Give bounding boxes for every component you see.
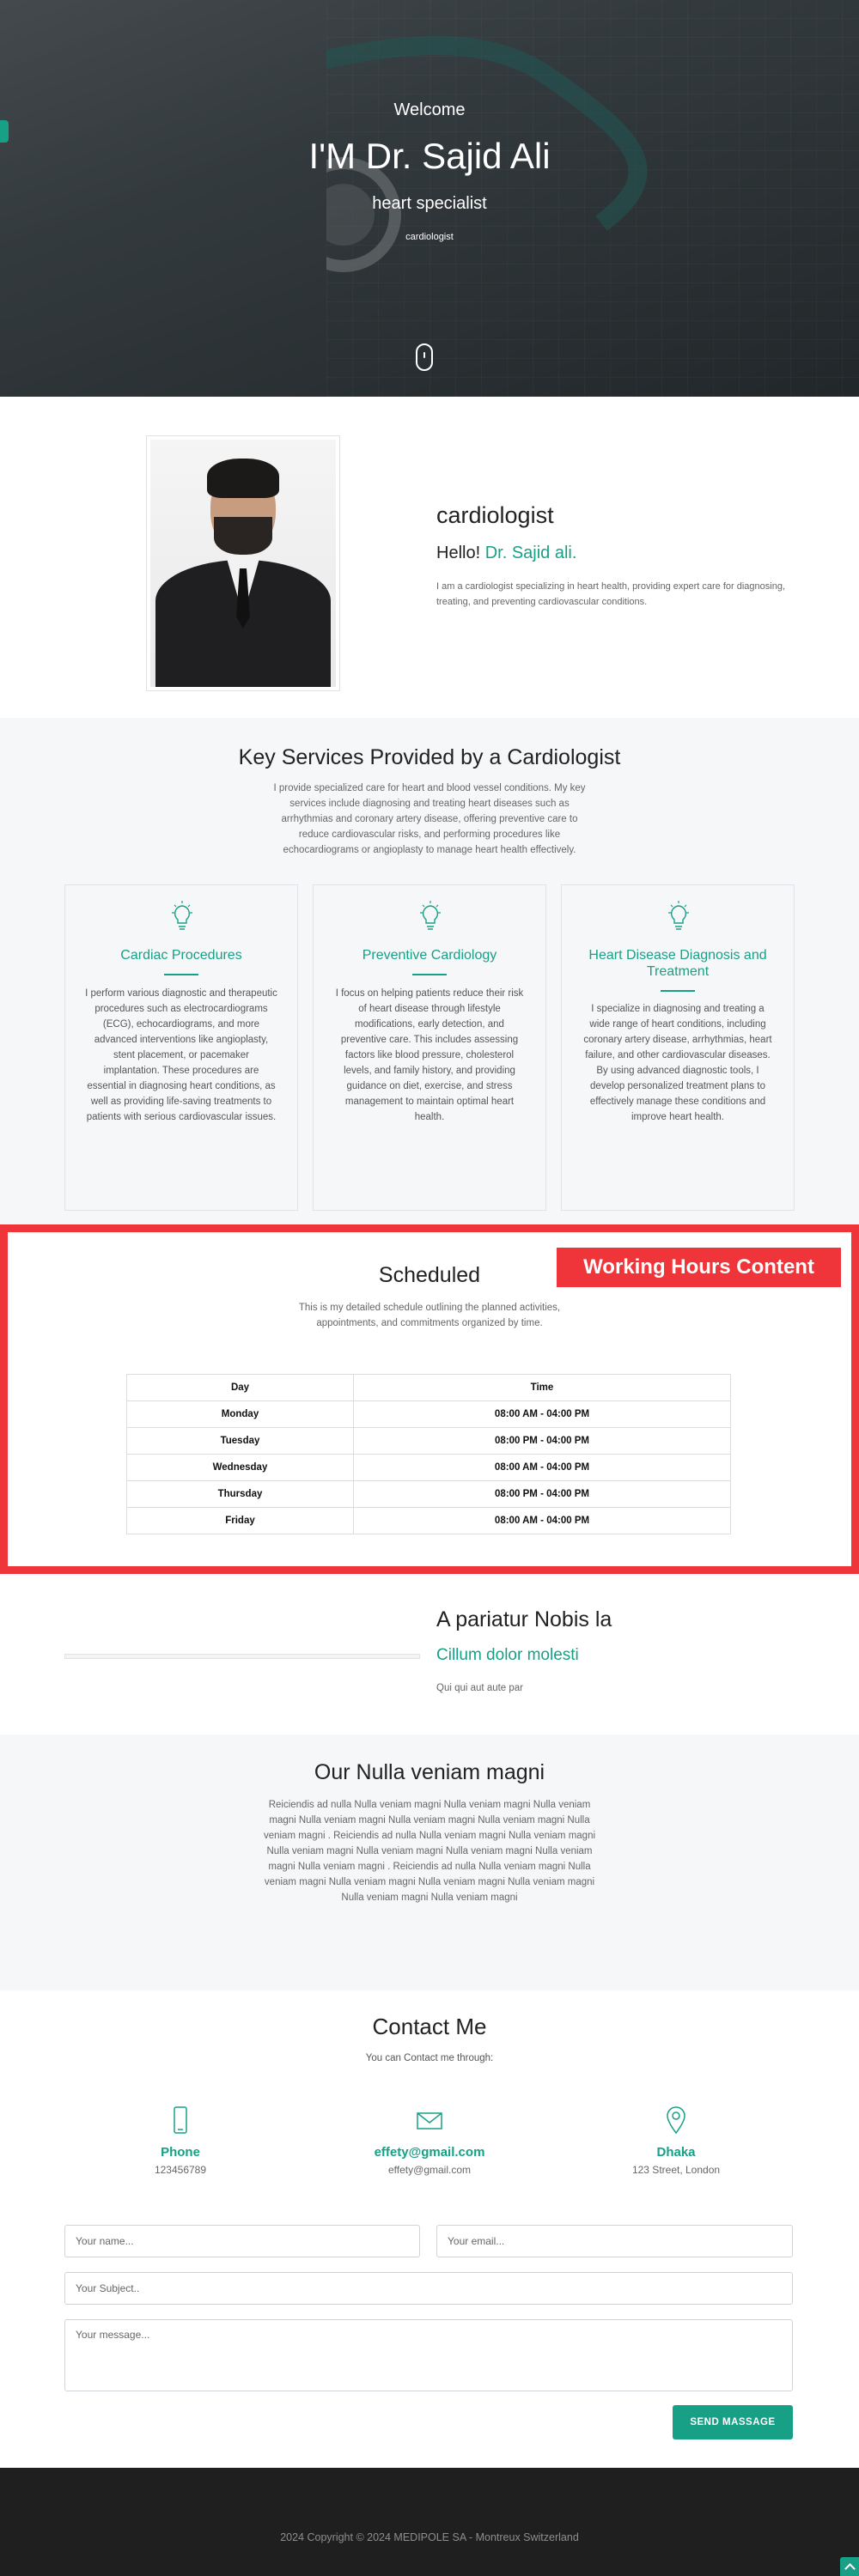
phone-icon xyxy=(174,2106,187,2134)
pariatur-text: Qui qui aut aute par xyxy=(436,1683,524,1693)
service-card-text: I focus on helping patients reduce their… xyxy=(335,988,524,1122)
day-cell: Friday xyxy=(126,1507,354,1534)
pariatur-title: A pariatur Nobis la xyxy=(436,1607,612,1631)
contact-value: 123456789 xyxy=(154,2164,207,2176)
envelope-icon xyxy=(417,2112,442,2129)
hero-tagline: cardiologist xyxy=(405,232,454,242)
service-card-text: I specialize in diagnosing and treating … xyxy=(583,1004,772,1122)
about-description: I am a cardiologist specializing in hear… xyxy=(436,581,786,607)
service-card-text: I perform various diagnostic and therape… xyxy=(85,988,277,1122)
subject-input[interactable] xyxy=(64,2272,793,2305)
our-text: Reiciendis ad nulla Nulla veniam magni N… xyxy=(263,1800,596,1903)
schedule-subtitle: This is my detailed schedule outlining t… xyxy=(298,1303,561,1328)
services-intro: I provide specialized care for heart and… xyxy=(273,783,586,855)
column-header-day: Day xyxy=(126,1374,354,1401)
schedule-title: Scheduled xyxy=(378,1263,481,1287)
broken-image-placeholder xyxy=(64,1654,420,1659)
day-cell: Thursday xyxy=(126,1480,354,1508)
table-row: Wednesday 08:00 AM - 04:00 PM xyxy=(126,1454,731,1481)
time-cell: 08:00 PM - 04:00 PM xyxy=(353,1427,731,1455)
service-card: Heart Disease Diagnosis and Treatment I … xyxy=(561,884,795,1211)
services-title: Key Services Provided by a Cardiologist xyxy=(238,745,621,769)
service-card-title: Preventive Cardiology xyxy=(362,948,497,963)
email-input[interactable] xyxy=(436,2225,793,2257)
time-cell: 08:00 AM - 04:00 PM xyxy=(353,1507,731,1534)
table-row: Monday 08:00 AM - 04:00 PM xyxy=(126,1400,731,1428)
doctor-photo xyxy=(146,435,340,691)
contact-subtitle: You can Contact me through: xyxy=(365,2053,494,2063)
service-card: Cardiac Procedures I perform various dia… xyxy=(64,884,298,1211)
day-cell: Wednesday xyxy=(126,1454,354,1481)
map-pin-icon xyxy=(667,2106,685,2135)
about-hello-label: Hello! xyxy=(436,544,481,562)
hero-welcome: Welcome xyxy=(393,100,466,119)
service-card: Preventive Cardiology I focus on helping… xyxy=(313,884,546,1211)
table-row: Friday 08:00 AM - 04:00 PM xyxy=(126,1507,731,1534)
time-cell: 08:00 AM - 04:00 PM xyxy=(353,1400,731,1428)
contact-label: Dhaka xyxy=(656,2145,696,2160)
about-hello-name: Dr. Sajid ali. xyxy=(484,544,577,562)
our-title-prefix: Our xyxy=(314,1760,350,1784)
pariatur-subtitle: Cillum dolor molesti xyxy=(436,1646,579,1664)
back-to-top-button[interactable] xyxy=(840,2557,859,2576)
scroll-down-icon[interactable] xyxy=(416,343,433,371)
name-input[interactable] xyxy=(64,2225,420,2257)
our-title: Our Nulla veniam magni xyxy=(0,1760,859,1785)
day-cell: Monday xyxy=(126,1400,354,1428)
contact-phone: Phone 123456789 xyxy=(52,2105,309,2176)
schedule-table: Day Time Monday 08:00 AM - 04:00 PM Tues… xyxy=(126,1374,731,1534)
time-cell: 08:00 AM - 04:00 PM xyxy=(353,1454,731,1481)
table-row: Thursday 08:00 PM - 04:00 PM xyxy=(126,1480,731,1508)
day-cell: Tuesday xyxy=(126,1427,354,1455)
contact-value: 123 Street, London xyxy=(631,2164,721,2176)
column-header-time: Time xyxy=(353,1374,731,1401)
contact-value: effety@gmail.com xyxy=(388,2164,471,2176)
footer-copyright: 2024 Copyright © 2024 MEDIPOLE SA - Mont… xyxy=(280,2531,579,2543)
our-title-bold: Nulla veniam magni xyxy=(356,1760,545,1784)
contact-address: Dhaka 123 Street, London xyxy=(547,2105,805,2176)
hero-subtitle: heart specialist xyxy=(372,194,487,213)
message-textarea[interactable] xyxy=(64,2319,793,2391)
contact-label: effety@gmail.com xyxy=(374,2145,485,2160)
hero-section: Welcome I'M Dr. Sajid Ali heart speciali… xyxy=(0,0,859,397)
service-card-title: Heart Disease Diagnosis and Treatment xyxy=(588,948,767,979)
time-cell: 08:00 PM - 04:00 PM xyxy=(353,1480,731,1508)
contact-email: effety@gmail.com effety@gmail.com xyxy=(301,2105,558,2176)
table-row: Tuesday 08:00 PM - 04:00 PM xyxy=(126,1427,731,1455)
service-card-title: Cardiac Procedures xyxy=(120,948,242,963)
lightbulb-icon xyxy=(420,901,441,930)
lightbulb-icon xyxy=(668,901,689,930)
table-header-row: Day Time xyxy=(126,1374,731,1401)
lightbulb-icon xyxy=(172,901,192,930)
about-greeting: Hello! Dr. Sajid ali. xyxy=(436,544,576,563)
send-message-button[interactable]: SEND MASSAGE xyxy=(673,2405,793,2439)
hero-name: I'M Dr. Sajid Ali xyxy=(308,136,551,176)
about-role: cardiologist xyxy=(436,502,554,528)
contact-label: Phone xyxy=(161,2145,200,2160)
footer: 2024 Copyright © 2024 MEDIPOLE SA - Mont… xyxy=(0,2468,859,2576)
contact-title: Contact Me xyxy=(372,2014,487,2039)
